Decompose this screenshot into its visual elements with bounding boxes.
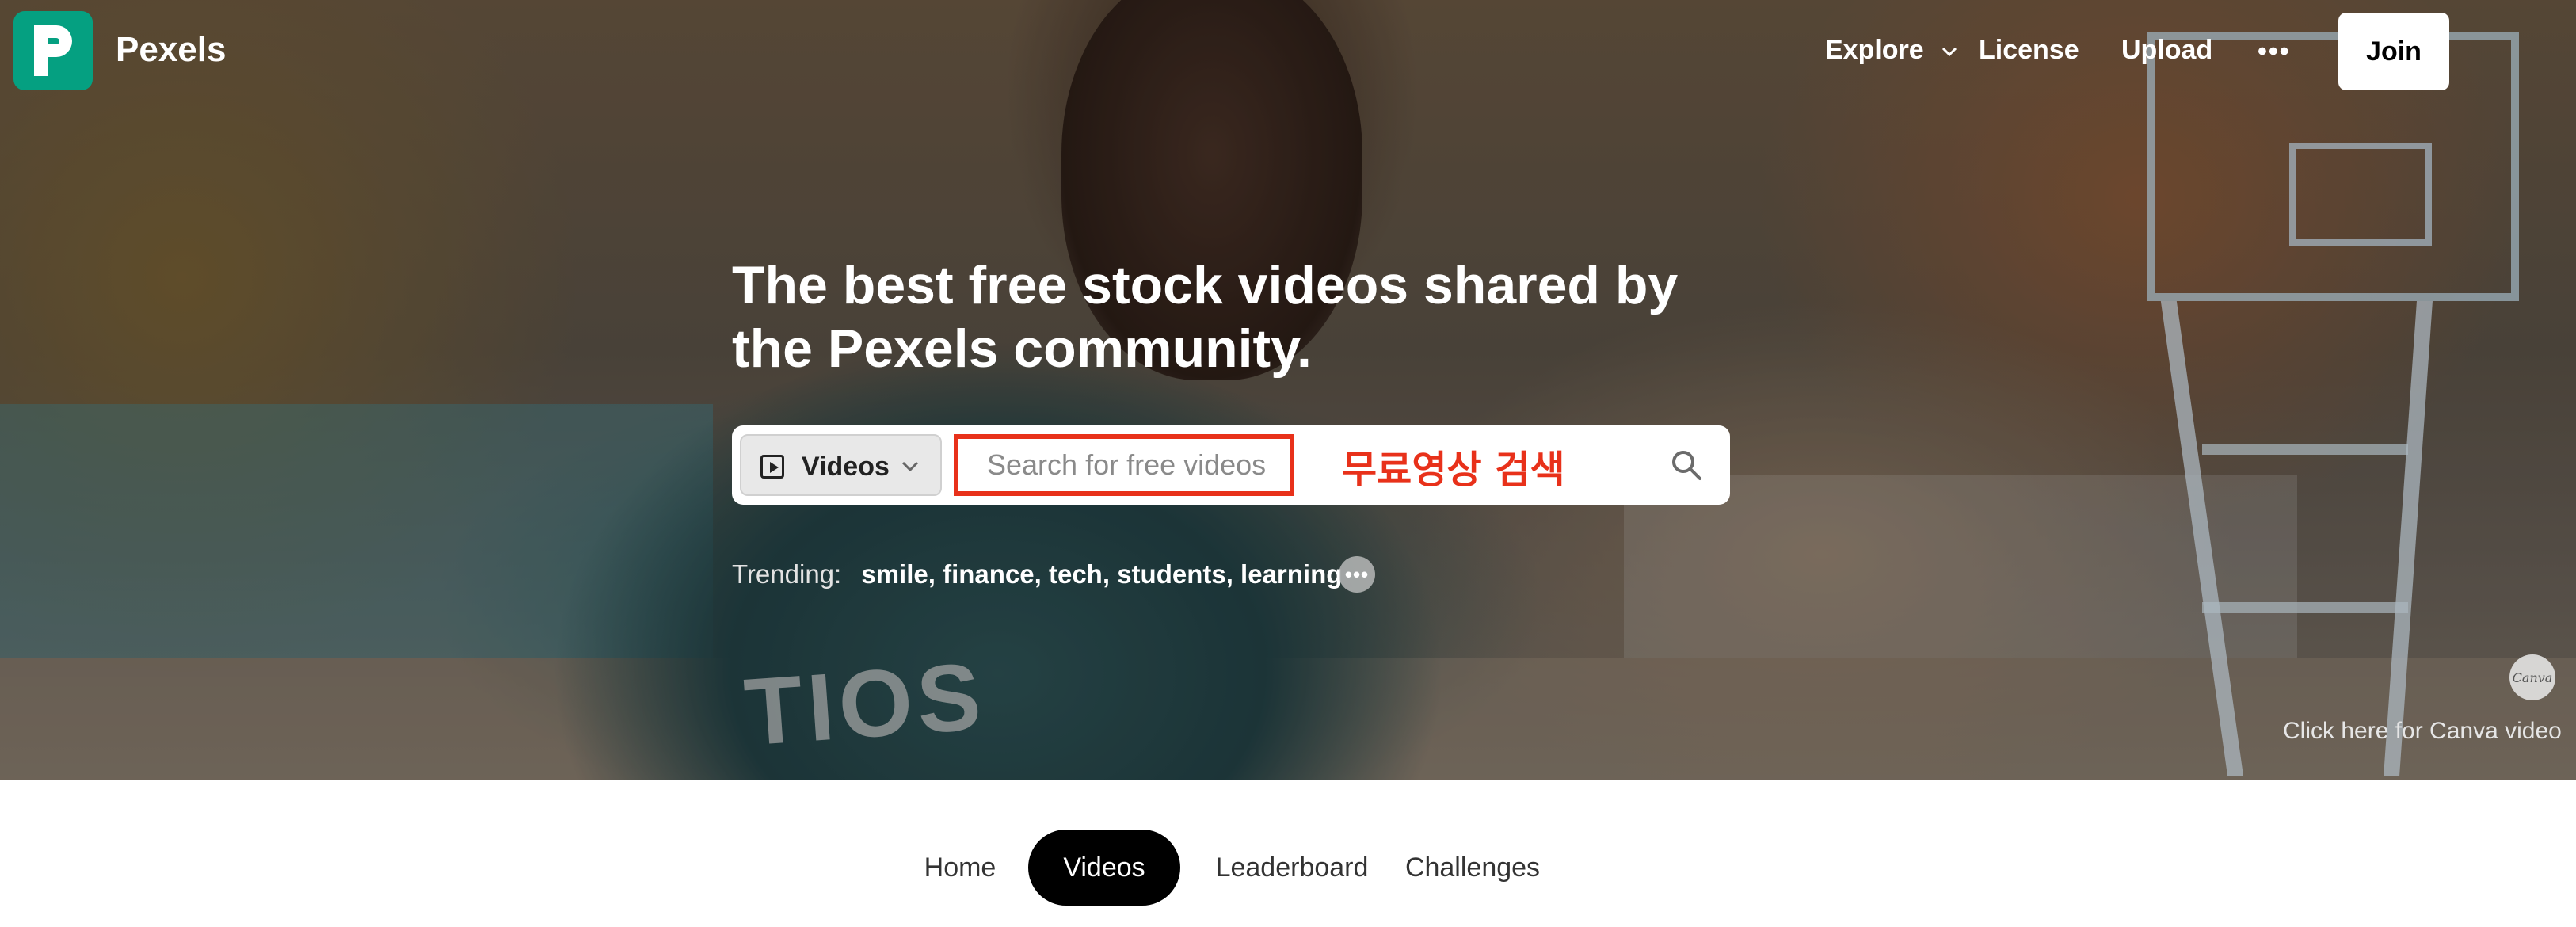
media-type-label: Videos	[802, 452, 890, 482]
trending-link[interactable]: learning	[1240, 559, 1342, 589]
canva-video-link[interactable]: Click here for Canva video	[2283, 718, 2562, 745]
chevron-down-icon	[901, 461, 919, 472]
hero-video-background: TIOS	[0, 0, 2576, 780]
brand-name[interactable]: Pexels	[116, 30, 226, 70]
nav-explore-label: Explore	[1825, 35, 1924, 65]
hero-headline: The best free stock videos shared by the…	[732, 255, 1679, 379]
tab-videos[interactable]: Videos	[1028, 830, 1180, 906]
pexels-logo[interactable]	[13, 11, 93, 90]
tab-leaderboard[interactable]: Leaderboard	[1204, 830, 1380, 906]
trending-link[interactable]: students	[1117, 559, 1226, 589]
trending-separator: ,	[1102, 559, 1118, 589]
trending-link[interactable]: smile	[861, 559, 928, 589]
canva-logo-icon[interactable]: Canva	[2509, 654, 2555, 700]
join-button[interactable]: Join	[2338, 13, 2449, 90]
pexels-logo-icon	[34, 25, 72, 76]
trending-more-button[interactable]: •••	[1339, 556, 1375, 593]
nav-license[interactable]: License	[1979, 35, 2079, 66]
trending-link[interactable]: tech	[1049, 559, 1103, 589]
chevron-down-icon	[1942, 47, 1957, 57]
hero-overlay	[0, 0, 2576, 780]
more-menu-icon[interactable]: •••	[2258, 36, 2291, 67]
trending-separator: ,	[1034, 559, 1049, 589]
trending-link[interactable]: finance	[943, 559, 1035, 589]
nav-explore[interactable]: Explore	[1825, 35, 1958, 66]
trending-separator: ,	[1225, 559, 1241, 589]
tab-challenges[interactable]: Challenges	[1396, 830, 1549, 906]
trending-row: Trending: smile, finance, tech, students…	[732, 559, 1342, 589]
search-bar: Videos 무료영상 검색	[732, 425, 1730, 505]
search-icon[interactable]	[1669, 448, 1704, 483]
trending-label: Trending:	[732, 559, 842, 589]
trending-separator: ,	[928, 559, 943, 589]
media-type-dropdown[interactable]: Videos	[740, 434, 942, 496]
tab-home[interactable]: Home	[911, 830, 1009, 906]
search-input[interactable]	[954, 434, 1294, 496]
search-annotation-label: 무료영상 검색	[1342, 448, 1565, 492]
nav-upload[interactable]: Upload	[2121, 35, 2212, 66]
video-play-icon	[760, 455, 784, 479]
